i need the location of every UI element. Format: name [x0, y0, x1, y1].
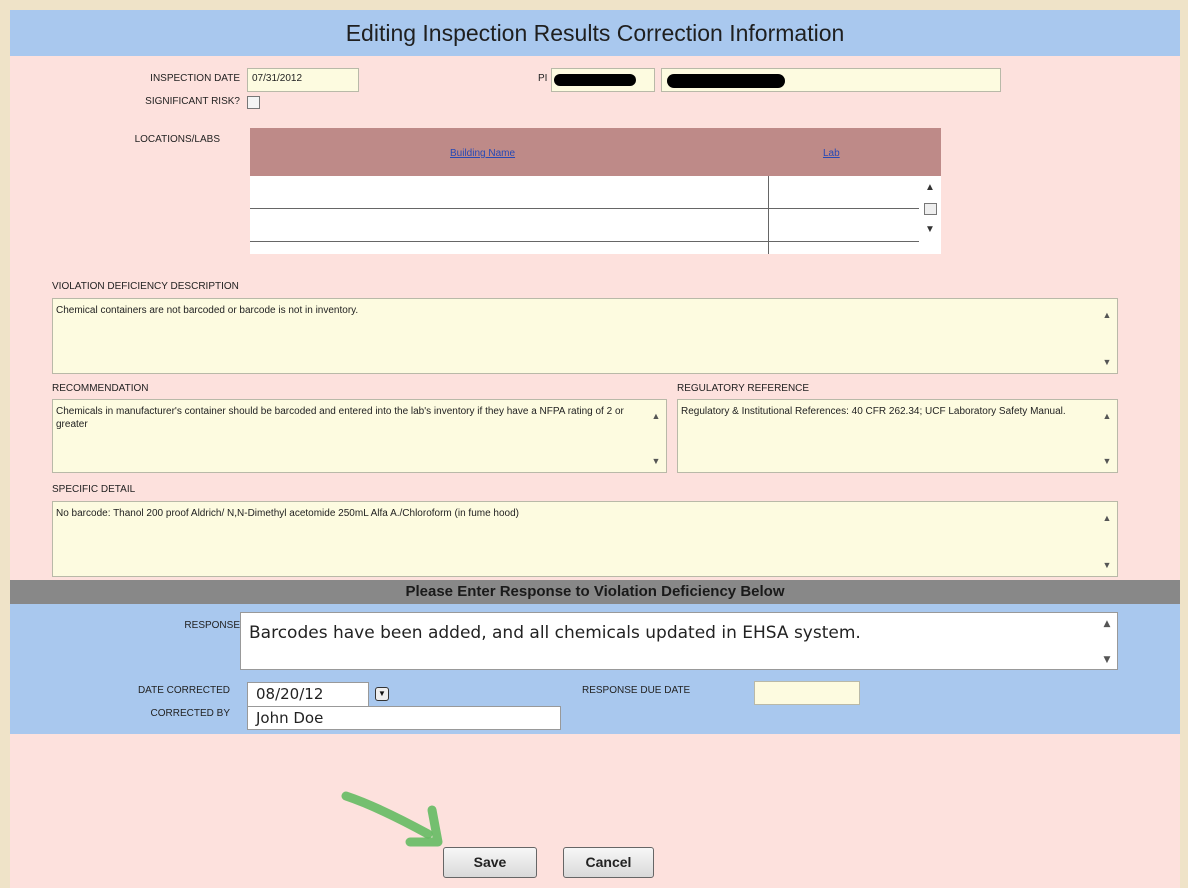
table-row[interactable] [250, 176, 919, 209]
column-lab[interactable]: Lab [823, 148, 840, 159]
specific-detail-field[interactable]: No barcode: Thanol 200 proof Aldrich/ N,… [52, 501, 1118, 577]
scroll-up-icon[interactable]: ▲ [1099, 309, 1115, 322]
annotation-arrow-icon [341, 791, 443, 847]
grid-horizontal-scrollbar[interactable] [250, 254, 919, 264]
corrected-by-label: CORRECTED BY [150, 708, 230, 719]
redaction-mark [554, 74, 636, 86]
save-button[interactable]: Save [443, 847, 537, 878]
specific-detail-text: No barcode: Thanol 200 proof Aldrich/ N,… [56, 508, 520, 519]
grid-vertical-scrollbar[interactable]: ▲ ▼ [919, 176, 941, 254]
violation-label: VIOLATION DEFICIENCY DESCRIPTION [52, 281, 239, 292]
specific-detail-label: SPECIFIC DETAIL [52, 484, 136, 495]
cancel-button[interactable]: Cancel [563, 847, 654, 878]
response-text: Barcodes have been added, and all chemic… [249, 623, 861, 643]
inspection-date-field[interactable]: 07/31/2012 [247, 68, 359, 92]
specific-detail-scrollbar[interactable]: ▲ ▼ [1099, 504, 1115, 574]
grid-body [250, 176, 919, 254]
recommendation-text: Chemicals in manufacturer's container sh… [56, 406, 624, 430]
table-row[interactable] [250, 209, 919, 242]
redaction-mark [667, 74, 785, 88]
response-label: RESPONSE [184, 620, 240, 631]
recommendation-field[interactable]: Chemicals in manufacturer's container sh… [52, 399, 667, 473]
violation-text: Chemical containers are not barcoded or … [56, 305, 359, 316]
date-corrected-field[interactable]: 08/20/12 [247, 682, 369, 707]
scroll-up-icon[interactable]: ▲ [1099, 512, 1115, 525]
scroll-down-icon[interactable]: ▼ [1099, 559, 1115, 572]
locations-grid: Building Name Lab ▲ ▼ [250, 128, 941, 264]
response-field[interactable]: Barcodes have been added, and all chemic… [240, 612, 1118, 670]
recommendation-scrollbar[interactable]: ▲ ▼ [648, 402, 664, 470]
response-area: RESPONSE Barcodes have been added, and a… [10, 604, 1180, 734]
corrected-by-field[interactable]: John Doe [247, 706, 561, 730]
scroll-up-icon[interactable]: ▲ [1099, 410, 1115, 423]
significant-risk-checkbox[interactable] [247, 96, 260, 109]
scroll-down-icon[interactable]: ▼ [1099, 356, 1115, 369]
response-scrollbar[interactable]: ▲ ▼ [1099, 615, 1115, 667]
violation-scrollbar[interactable]: ▲ ▼ [1099, 301, 1115, 371]
significant-risk-label: SIGNIFICANT RISK? [145, 96, 240, 107]
scroll-thumb[interactable] [924, 203, 937, 215]
regulatory-scrollbar[interactable]: ▲ ▼ [1099, 402, 1115, 470]
scroll-down-icon[interactable]: ▼ [648, 455, 664, 468]
grid-header: Building Name Lab [250, 128, 941, 176]
response-due-date-label: RESPONSE DUE DATE [582, 685, 691, 696]
scroll-up-icon[interactable]: ▲ [1099, 619, 1115, 629]
column-divider [768, 176, 769, 254]
regulatory-label: REGULATORY REFERENCE [677, 383, 810, 394]
page-title: Editing Inspection Results Correction In… [10, 10, 1180, 56]
locations-labs-label: LOCATIONS/LABS [134, 134, 220, 145]
date-corrected-label: DATE CORRECTED [137, 685, 230, 696]
form-panel: Editing Inspection Results Correction In… [10, 10, 1180, 888]
regulatory-field[interactable]: Regulatory & Institutional References: 4… [677, 399, 1118, 473]
response-section-header: Please Enter Response to Violation Defic… [10, 580, 1180, 604]
recommendation-label: RECOMMENDATION [52, 383, 149, 394]
scroll-down-icon[interactable]: ▼ [919, 224, 941, 235]
column-building-name[interactable]: Building Name [450, 148, 515, 159]
violation-description-field[interactable]: Chemical containers are not barcoded or … [52, 298, 1118, 374]
scroll-up-icon[interactable]: ▲ [919, 182, 941, 193]
calendar-dropdown-icon[interactable]: ▼ [375, 687, 389, 701]
scroll-down-icon[interactable]: ▼ [1099, 455, 1115, 468]
scroll-up-icon[interactable]: ▲ [648, 410, 664, 423]
response-due-date-field[interactable] [754, 681, 860, 705]
inspection-date-label: INSPECTION DATE [150, 73, 240, 84]
pi-label: PI [538, 73, 548, 84]
scroll-down-icon[interactable]: ▼ [1099, 655, 1115, 665]
regulatory-text: Regulatory & Institutional References: 4… [681, 406, 1066, 417]
